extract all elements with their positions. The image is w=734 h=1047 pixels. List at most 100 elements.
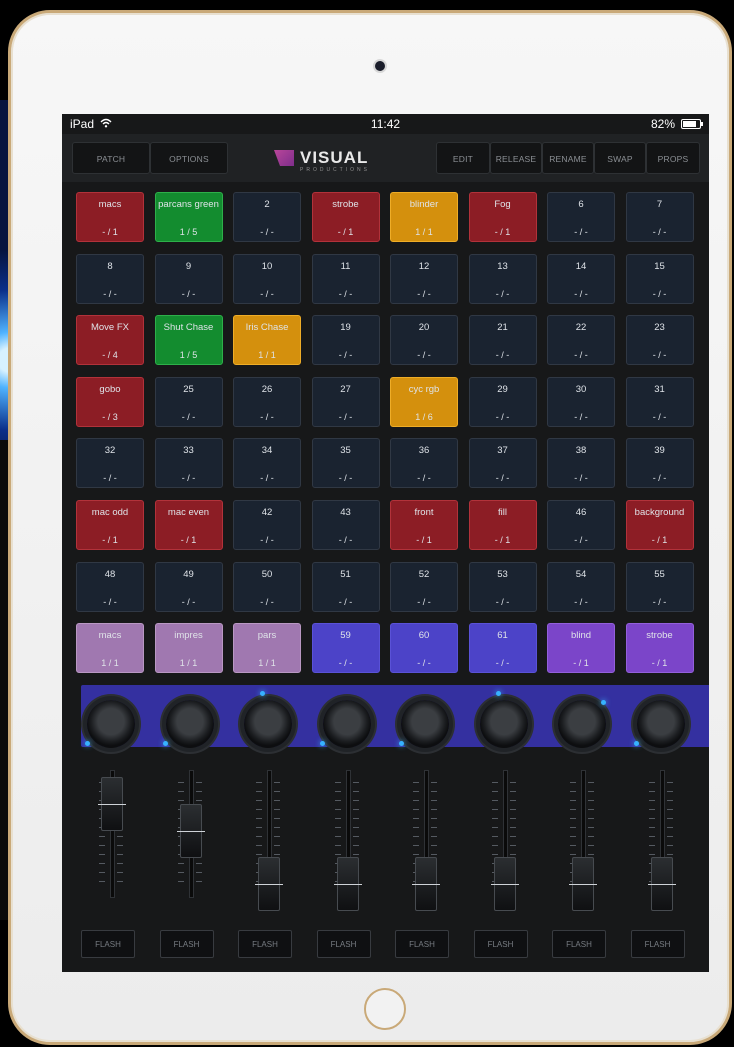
flash-button[interactable]: FLASH (316, 930, 371, 958)
cue-button[interactable]: 33 - / - (154, 438, 223, 489)
flash-button[interactable]: FLASH (159, 930, 214, 958)
props-button[interactable]: PROPS (646, 142, 700, 174)
cue-button[interactable]: 6 - / - (547, 192, 615, 242)
cue-button[interactable]: 14 - / - (547, 253, 615, 304)
flash-button[interactable]: FLASH (238, 930, 292, 958)
cue-button[interactable]: blind - / 1 (547, 623, 615, 674)
cue-button[interactable]: 39 - / - (625, 438, 694, 489)
cue-button[interactable]: 31 - / - (625, 376, 694, 427)
cue-button[interactable]: 37 - / - (468, 438, 537, 489)
cue-button[interactable]: cyc rgb 1 / 6 (390, 376, 458, 427)
cue-button[interactable]: mac even - / 1 (154, 500, 223, 550)
cue-button[interactable]: 54 - / - (547, 561, 615, 612)
cue-button[interactable]: 19 - / - (311, 315, 380, 366)
fader-handle[interactable] (176, 803, 205, 858)
flash-button[interactable]: FLASH (630, 930, 685, 958)
cue-button[interactable]: Shut Chase 1 / 5 (154, 315, 223, 366)
cue-button[interactable]: 35 - / - (311, 438, 380, 489)
rename-button[interactable]: RENAME (542, 142, 594, 174)
cue-button-count: - / - (260, 411, 274, 422)
rotary-knob[interactable] (401, 700, 449, 748)
cue-button[interactable]: front - / 1 (390, 500, 458, 550)
rotary-knob[interactable] (322, 700, 371, 748)
cue-button[interactable]: 42 - / - (233, 500, 301, 550)
cue-button[interactable]: 51 - / - (311, 561, 380, 612)
cue-button[interactable]: Fog - / 1 (468, 192, 537, 242)
cue-button[interactable]: 12 - / - (390, 253, 458, 304)
cue-button[interactable]: 53 - / - (468, 561, 537, 612)
knob-led-icon (84, 741, 90, 747)
cue-button[interactable]: 21 - / - (468, 315, 537, 366)
cue-button[interactable]: 38 - / - (547, 438, 615, 489)
cue-button[interactable]: 61 - / - (468, 623, 537, 674)
fader-handle[interactable] (333, 856, 362, 911)
cue-button[interactable]: background - / 1 (625, 500, 694, 550)
rotary-knob[interactable] (87, 700, 135, 748)
cue-button[interactable]: 59 - / - (311, 623, 380, 674)
cue-button[interactable]: 49 - / - (154, 561, 223, 612)
cue-button[interactable]: 20 - / - (390, 315, 458, 366)
cue-button[interactable]: fill - / 1 (468, 500, 537, 550)
cue-button[interactable]: 25 - / - (154, 376, 223, 427)
cue-button[interactable]: gobo - / 3 (76, 376, 144, 427)
rotary-knob[interactable] (636, 700, 685, 748)
home-button[interactable] (364, 988, 406, 1030)
cue-button[interactable]: impres 1 / 1 (154, 623, 223, 674)
cue-button[interactable]: 9 - / - (154, 253, 223, 304)
cue-button[interactable]: pars 1 / 1 (233, 623, 301, 674)
edit-button[interactable]: EDIT (436, 142, 490, 174)
cue-button[interactable]: 48 - / - (76, 561, 144, 612)
swap-button[interactable]: SWAP (594, 142, 646, 174)
cue-button[interactable]: strobe - / 1 (625, 623, 694, 674)
cue-button[interactable]: 7 - / - (625, 192, 694, 242)
rotary-knob[interactable] (244, 700, 292, 748)
flash-button[interactable]: FLASH (552, 930, 606, 958)
cue-button[interactable]: 55 - / - (625, 561, 694, 612)
cue-button[interactable]: 60 - / - (390, 623, 458, 674)
cue-button[interactable]: 26 - / - (233, 376, 301, 427)
cue-button[interactable]: 34 - / - (233, 438, 301, 489)
flash-button[interactable]: FLASH (473, 930, 528, 958)
cue-button[interactable]: mac odd - / 1 (76, 500, 144, 550)
fader-handle[interactable] (255, 856, 283, 911)
cue-button[interactable]: 23 - / - (625, 315, 694, 366)
cue-button[interactable]: 46 - / - (547, 500, 615, 550)
fader-handle[interactable] (490, 856, 519, 911)
fader-scale-tick (509, 827, 516, 828)
cue-button[interactable]: 52 - / - (390, 561, 458, 612)
cue-button[interactable]: 27 - / - (311, 376, 380, 427)
cue-button[interactable]: 15 - / - (625, 253, 694, 304)
options-button[interactable]: OPTIONS (150, 142, 228, 174)
flash-button[interactable]: FLASH (395, 930, 449, 958)
cue-button[interactable]: macs 1 / 1 (76, 623, 144, 674)
cue-button[interactable]: 36 - / - (390, 438, 458, 489)
fader-handle[interactable] (412, 856, 440, 911)
cue-button[interactable]: 50 - / - (233, 561, 301, 612)
rotary-knob[interactable] (479, 700, 528, 748)
fader-handle[interactable] (98, 777, 126, 832)
rotary-knob[interactable] (558, 700, 606, 748)
release-button[interactable]: RELEASE (490, 142, 542, 174)
patch-button[interactable]: PATCH (72, 142, 150, 174)
cue-button[interactable]: 32 - / - (76, 438, 144, 489)
cue-button[interactable]: 2 - / - (233, 192, 301, 242)
cue-button[interactable]: 30 - / - (547, 376, 615, 427)
rotary-knob[interactable] (165, 700, 214, 748)
flash-button[interactable]: FLASH (81, 930, 135, 958)
cue-button[interactable]: 43 - / - (311, 500, 380, 550)
cue-button[interactable]: blinder 1 / 1 (390, 192, 458, 242)
cue-button[interactable]: parcans green 1 / 5 (154, 192, 223, 242)
cue-button[interactable]: 13 - / - (468, 253, 537, 304)
cue-button[interactable]: Iris Chase 1 / 1 (233, 315, 301, 366)
cue-button[interactable]: 29 - / - (468, 376, 537, 427)
fader-scale-tick (431, 818, 437, 819)
cue-button[interactable]: macs - / 1 (76, 192, 144, 242)
fader-handle[interactable] (569, 856, 597, 911)
fader-handle[interactable] (647, 856, 676, 911)
cue-button[interactable]: 11 - / - (311, 253, 380, 304)
cue-button[interactable]: strobe - / 1 (311, 192, 380, 242)
cue-button[interactable]: 8 - / - (76, 253, 144, 304)
cue-button[interactable]: 10 - / - (233, 253, 301, 304)
cue-button[interactable]: Move FX - / 4 (76, 315, 144, 366)
cue-button[interactable]: 22 - / - (547, 315, 615, 366)
